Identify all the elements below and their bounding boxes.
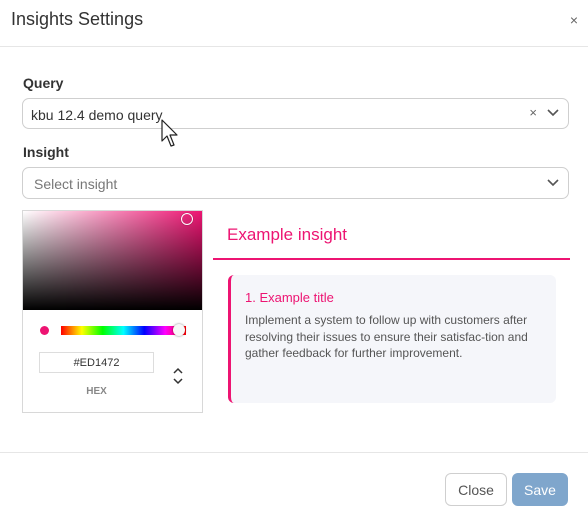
save-button[interactable]: Save — [512, 473, 568, 506]
mouse-cursor-icon — [161, 119, 178, 147]
color-saturation-area[interactable] — [23, 211, 202, 310]
hue-slider-handle[interactable] — [173, 324, 185, 336]
dialog-header: Insights Settings × — [0, 0, 588, 47]
query-label: Query — [23, 75, 64, 91]
example-card-text: Implement a system to follow up with cus… — [245, 313, 528, 360]
example-insight-divider — [213, 258, 570, 260]
saturation-handle[interactable] — [181, 213, 193, 225]
query-select-value: kbu 12.4 demo query — [31, 107, 163, 123]
color-picker: HEX — [22, 210, 203, 413]
clear-icon[interactable]: × — [529, 106, 537, 120]
example-insight-card: 1. Example title Implement a system to f… — [228, 275, 556, 403]
hex-label: HEX — [86, 386, 107, 397]
close-button[interactable]: Close — [445, 473, 507, 506]
footer-divider — [0, 452, 588, 453]
close-icon[interactable]: × — [570, 13, 578, 27]
query-select[interactable]: kbu 12.4 demo query × — [22, 98, 569, 129]
example-insight-heading: Example insight — [227, 225, 348, 244]
dialog-title: Insights Settings — [11, 9, 144, 29]
insight-label: Insight — [23, 144, 69, 160]
hex-input[interactable] — [39, 352, 154, 373]
insight-select-placeholder: Select insight — [34, 176, 118, 192]
example-card-title: 1. Example title — [245, 290, 334, 305]
format-toggle-icon[interactable] — [172, 366, 184, 386]
chevron-down-icon[interactable] — [547, 109, 559, 117]
hue-slider[interactable] — [61, 326, 186, 335]
color-preview-swatch — [40, 326, 49, 335]
chevron-down-icon[interactable] — [547, 179, 559, 187]
insight-select[interactable]: Select insight — [22, 167, 569, 199]
